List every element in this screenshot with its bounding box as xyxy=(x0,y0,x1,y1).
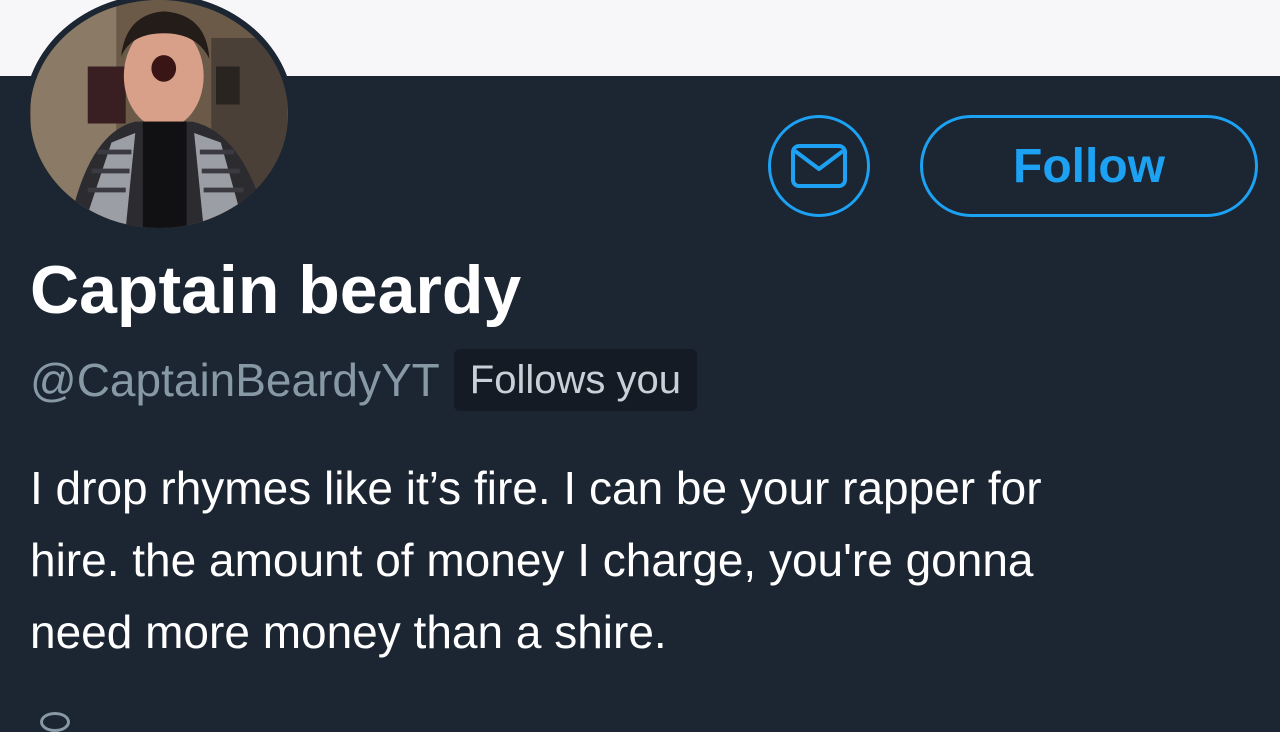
profile-bio: I drop rhymes like it’s fire. I can be y… xyxy=(30,452,1260,668)
avatar-photo xyxy=(30,0,288,228)
follow-button-label: Follow xyxy=(1013,139,1165,193)
avatar[interactable] xyxy=(24,0,294,234)
location-icon xyxy=(40,712,70,732)
handle-row: @CaptainBeardyYT Follows you xyxy=(30,348,697,412)
follows-you-badge: Follows you xyxy=(453,349,697,411)
user-handle: @CaptainBeardyYT xyxy=(30,354,440,406)
bio-line: need more money than a shire. xyxy=(30,606,667,658)
bio-line: I drop rhymes like it’s fire. I can be y… xyxy=(30,462,1042,514)
message-button[interactable] xyxy=(768,115,870,217)
bio-line: hire. the amount of money I charge, you'… xyxy=(30,534,1034,586)
follow-button[interactable]: Follow xyxy=(920,115,1258,217)
display-name: Captain beardy xyxy=(30,252,522,328)
envelope-icon xyxy=(791,144,847,188)
